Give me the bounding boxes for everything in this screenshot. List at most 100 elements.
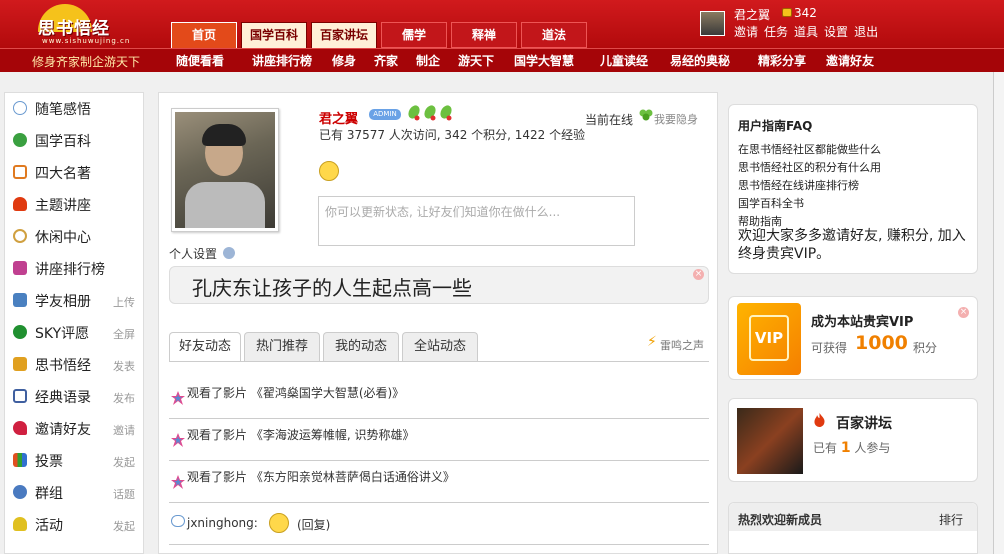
clock-icon: [13, 229, 27, 243]
go-invisible-link[interactable]: 我要隐身: [654, 111, 698, 127]
sidebar-item-invite[interactable]: 邀请好友 邀请: [13, 417, 137, 439]
sidebar-item-label: SKY评愿: [35, 326, 90, 342]
sidebar-item-label: 邀请好友: [35, 422, 91, 438]
close-icon[interactable]: ×: [693, 269, 704, 280]
group-icon: [13, 485, 27, 499]
site-header: 思书悟经 www.sishuwujing.cn 修身 齐家 制企 游天下 首页 国学百…: [0, 0, 1004, 72]
task-link[interactable]: 任务: [764, 25, 788, 39]
invite-link[interactable]: 邀请: [734, 25, 758, 39]
vip-image-label: VIP: [749, 315, 789, 361]
sidebar-item-ranking[interactable]: 讲座排行榜: [13, 257, 137, 279]
star-icon: [13, 261, 27, 275]
sidebar-item-events[interactable]: 活动 发起: [13, 513, 137, 535]
feed-text[interactable]: 观看了影片 《李海波运筹帷幄, 识势称雄》: [187, 426, 414, 443]
thunder-link[interactable]: 雷鸣之声: [660, 337, 704, 353]
sidebar-action-invite[interactable]: 邀请: [113, 422, 135, 438]
sidebar-item-classics[interactable]: 四大名著: [13, 161, 137, 183]
main-tab-daofa[interactable]: 道法: [521, 22, 587, 48]
sidebar-item-quotes[interactable]: 经典语录 发布: [13, 385, 137, 407]
main-tab-home[interactable]: 首页: [171, 22, 237, 48]
close-icon[interactable]: ×: [958, 307, 969, 318]
profile-photo[interactable]: [171, 108, 279, 232]
feed-reply-link[interactable]: (回复): [297, 516, 330, 533]
sidebar-item-label: 群组: [35, 486, 63, 502]
sidebar-item-sky[interactable]: SKY评愿 全屏: [13, 321, 137, 343]
faq-link[interactable]: 在思书悟经社区都能做些什么: [738, 141, 881, 157]
sidebar-action-topic[interactable]: 话题: [113, 486, 135, 502]
star-icon: [171, 475, 185, 489]
feed-item: 观看了影片 《翟鸿燊国学大智慧(必看)》: [169, 377, 709, 419]
sub-nav-item[interactable]: 游天下: [458, 52, 494, 69]
sub-nav-item[interactable]: 讲座排行榜: [252, 52, 312, 69]
sidebar-action-upload[interactable]: 上传: [113, 294, 135, 310]
sub-nav-item[interactable]: 制企: [416, 52, 440, 69]
status-input[interactable]: 你可以更新状态, 让好友们知道你在做什么...: [318, 196, 635, 246]
lecture-image[interactable]: [737, 408, 803, 474]
sub-nav-item[interactable]: 修身: [332, 52, 356, 69]
sidebar-item-notes[interactable]: 随笔感悟: [13, 97, 137, 119]
smiley-icon: [269, 513, 289, 533]
main-tab-shichan[interactable]: 释禅: [451, 22, 517, 48]
leaf-level-icon: [408, 105, 420, 121]
feed-text[interactable]: 观看了影片 《东方阳亲觉林菩萨偈白话通俗讲义》: [187, 468, 455, 485]
sub-nav-item[interactable]: 齐家: [374, 52, 398, 69]
user-name[interactable]: 君之翼: [734, 6, 770, 23]
main-tab-baijia[interactable]: 百家讲坛: [311, 22, 377, 48]
tab-friends-feed[interactable]: 好友动态: [169, 332, 241, 362]
feed-user[interactable]: jxninghong:: [187, 516, 258, 530]
sidebar-action-fullscreen[interactable]: 全屏: [113, 326, 135, 342]
book-icon: [13, 357, 27, 371]
sidebar-item-label: 主题讲座: [35, 198, 91, 214]
feed-item: 观看了影片 《李海波运筹帷幄, 识势称雄》: [169, 419, 709, 461]
sidebar-item-groups[interactable]: 群组 话题: [13, 481, 137, 503]
sidebar-item-label: 休闲中心: [35, 230, 91, 246]
sub-nav-item[interactable]: 邀请好友: [826, 52, 874, 69]
sub-nav-item[interactable]: 精彩分享: [758, 52, 806, 69]
sub-nav-item[interactable]: 国学大智慧: [514, 52, 574, 69]
faq-link[interactable]: 思书悟经在线讲座排行榜: [738, 177, 859, 193]
vertical-scrollbar[interactable]: [993, 72, 1004, 554]
chevron-down-icon[interactable]: [223, 247, 235, 259]
user-avatar[interactable]: [700, 11, 725, 36]
settings-link[interactable]: 设置: [824, 25, 848, 39]
sub-nav-item[interactable]: 随便看看: [176, 52, 224, 69]
main-tab-ruxue[interactable]: 儒学: [381, 22, 447, 48]
feed-item: jxninghong: (回复): [169, 505, 709, 545]
leaf-level-icon: [440, 105, 452, 121]
profile-name[interactable]: 君之翼: [319, 108, 358, 127]
rank-link[interactable]: 排行: [939, 511, 963, 528]
sidebar-item-guoxue[interactable]: 国学百科: [13, 129, 137, 151]
chat-bubble-icon: [171, 515, 185, 527]
sidebar-item-label: 四大名著: [35, 166, 91, 182]
tab-hot[interactable]: 热门推荐: [244, 332, 320, 361]
faq-link[interactable]: 国学百科全书: [738, 195, 804, 211]
lecture-title[interactable]: 百家讲坛: [836, 413, 892, 433]
sidebar-action-start-event[interactable]: 发起: [113, 518, 135, 534]
sidebar-action-release[interactable]: 发布: [113, 390, 135, 406]
vip-title[interactable]: 成为本站贵宾VIP: [811, 311, 913, 330]
logo-url: www.sishuwujing.cn: [42, 37, 131, 45]
props-link[interactable]: 道具: [794, 25, 818, 39]
new-members-title: 热烈欢迎新成员: [738, 513, 823, 527]
vip-image[interactable]: VIP: [737, 303, 801, 375]
sidebar-item-label: 讲座排行榜: [35, 262, 105, 278]
sidebar-item-sishu[interactable]: 思书悟经 发表: [13, 353, 137, 375]
sidebar-item-album[interactable]: 学友相册 上传: [13, 289, 137, 311]
faq-link[interactable]: 思书悟经社区的积分有什么用: [738, 159, 881, 175]
sub-nav-item[interactable]: 易经的奥秘: [670, 52, 730, 69]
site-logo[interactable]: 思书悟经 www.sishuwujing.cn: [30, 2, 129, 46]
feed-text[interactable]: 观看了影片 《翟鸿燊国学大智慧(必看)》: [187, 384, 404, 401]
logout-link[interactable]: 退出: [854, 25, 878, 39]
sidebar-action-publish[interactable]: 发表: [113, 358, 135, 374]
sidebar-item-leisure[interactable]: 休闲中心: [13, 225, 137, 247]
sidebar-item-lectures[interactable]: 主题讲座: [13, 193, 137, 215]
personal-settings-link[interactable]: 个人设置: [169, 245, 217, 262]
sub-nav-item[interactable]: 儿童读经: [600, 52, 648, 69]
sidebar-item-vote[interactable]: 投票 发起: [13, 449, 137, 471]
photo-body-shape: [185, 182, 265, 228]
main-tab-guoxue[interactable]: 国学百科: [241, 22, 307, 48]
tab-site-feed[interactable]: 全站动态: [402, 332, 478, 361]
tab-my-feed[interactable]: 我的动态: [323, 332, 399, 361]
left-sidebar: 随笔感悟 国学百科 四大名著 主题讲座 休闲中心 讲座排行榜 学友相册 上传 S…: [4, 92, 144, 554]
sidebar-action-start-vote[interactable]: 发起: [113, 454, 135, 470]
